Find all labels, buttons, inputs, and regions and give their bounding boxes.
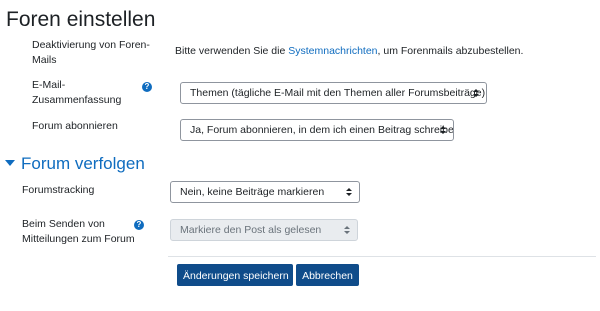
cancel-button[interactable]: Abbrechen	[296, 264, 359, 286]
deactivation-label: Deaktivierung von Foren-Mails	[32, 39, 150, 66]
deactivation-text: Bitte verwenden Sie die Systemnachrichte…	[175, 44, 523, 59]
subscribe-label: Forum abonnieren	[32, 120, 118, 132]
digest-label: E-Mail-Zusammenfassung	[32, 79, 122, 106]
question-circle-icon[interactable]: ?	[142, 82, 152, 92]
divider	[168, 256, 596, 257]
select-caret-icon	[473, 89, 479, 97]
select-caret-icon	[344, 226, 350, 234]
mark-on-reply-label: Beim Senden von Mitteilungen zum Forum	[22, 218, 135, 245]
select-caret-icon	[346, 188, 352, 196]
subscribe-select[interactable]: Ja, Forum abonnieren, in dem ich einen B…	[180, 119, 454, 141]
system-messages-link[interactable]: Systemnachrichten	[288, 45, 377, 57]
tracking-label: Forumstracking	[22, 184, 95, 196]
save-button[interactable]: Änderungen speichern	[177, 264, 293, 286]
deactivation-text-after: , um Forenmails abzubestellen.	[377, 45, 524, 57]
mark-on-reply-select[interactable]: Markiere den Post als gelesen	[170, 219, 358, 241]
deactivation-text-before: Bitte verwenden Sie die	[175, 45, 289, 57]
mark-on-reply-select-value: Markiere den Post als gelesen	[180, 224, 322, 236]
tracking-select-value: Nein, keine Beiträge markieren	[180, 186, 325, 198]
triangle-down-icon	[5, 160, 15, 166]
tracking-select[interactable]: Nein, keine Beiträge markieren	[170, 181, 360, 203]
digest-select-value: Themen (tägliche E-Mail mit den Themen a…	[190, 87, 486, 99]
subscribe-select-value: Ja, Forum abonnieren, in dem ich einen B…	[190, 124, 454, 136]
digest-select[interactable]: Themen (tägliche E-Mail mit den Themen a…	[180, 82, 487, 104]
page-title: Foren einstellen	[6, 8, 156, 31]
section-title: Forum verfolgen	[21, 154, 145, 173]
select-caret-icon	[440, 126, 446, 134]
question-circle-icon[interactable]: ?	[134, 220, 144, 230]
